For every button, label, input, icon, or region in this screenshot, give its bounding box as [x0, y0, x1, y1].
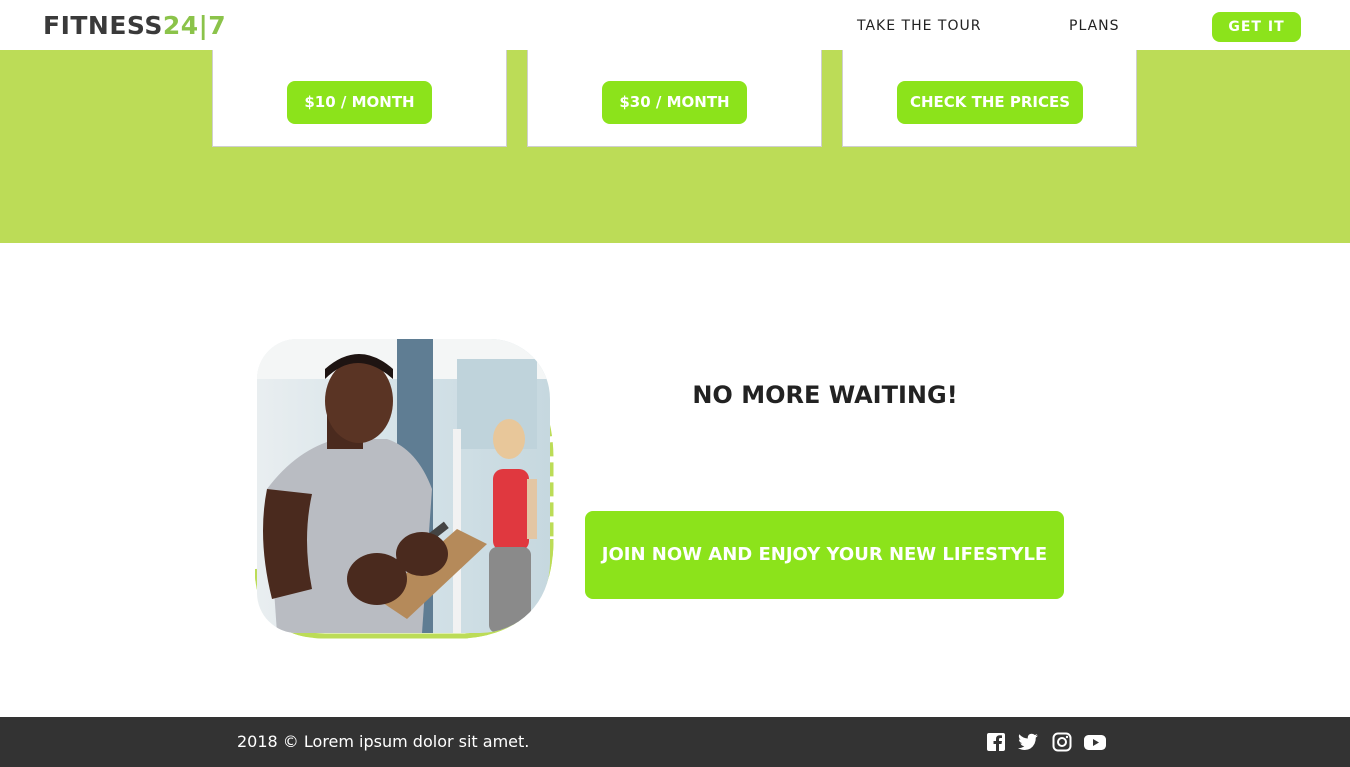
plan-basic-button[interactable]: $10 / MONTH	[287, 81, 432, 124]
twitter-icon[interactable]	[1017, 732, 1039, 752]
logo-accent-text: 24|7	[162, 11, 227, 40]
plan-card-premium: $30 / MONTH	[527, 40, 822, 147]
logo[interactable]: FITNESS24|7	[43, 11, 226, 41]
site-footer: 2018 © Lorem ipsum dolor sit amet.	[0, 717, 1350, 767]
nav-take-the-tour[interactable]: TAKE THE TOUR	[857, 17, 981, 35]
plan-card-prices: CHECK THE PRICES	[842, 40, 1137, 147]
nav-plans[interactable]: PLANS	[1069, 17, 1120, 35]
facebook-icon[interactable]	[985, 732, 1007, 752]
promo-headline: NO MORE WAITING!	[692, 381, 958, 409]
youtube-icon[interactable]	[1083, 732, 1107, 752]
site-header: FITNESS24|7 TAKE THE TOUR PLANS GET IT	[0, 0, 1350, 50]
instagram-icon[interactable]	[1051, 732, 1073, 752]
trainer-photo	[255, 339, 555, 639]
check-prices-button[interactable]: CHECK THE PRICES	[897, 81, 1083, 124]
logo-text: FITNESS	[43, 11, 163, 40]
trainer-image	[257, 339, 550, 633]
copyright-text: 2018 © Lorem ipsum dolor sit amet.	[237, 732, 530, 751]
join-now-button[interactable]: JOIN NOW AND ENJOY YOUR NEW LIFESTYLE	[585, 511, 1064, 599]
plan-card-basic: $10 / MONTH	[212, 40, 507, 147]
plan-premium-button[interactable]: $30 / MONTH	[602, 81, 747, 124]
get-it-button[interactable]: GET IT	[1212, 12, 1301, 42]
